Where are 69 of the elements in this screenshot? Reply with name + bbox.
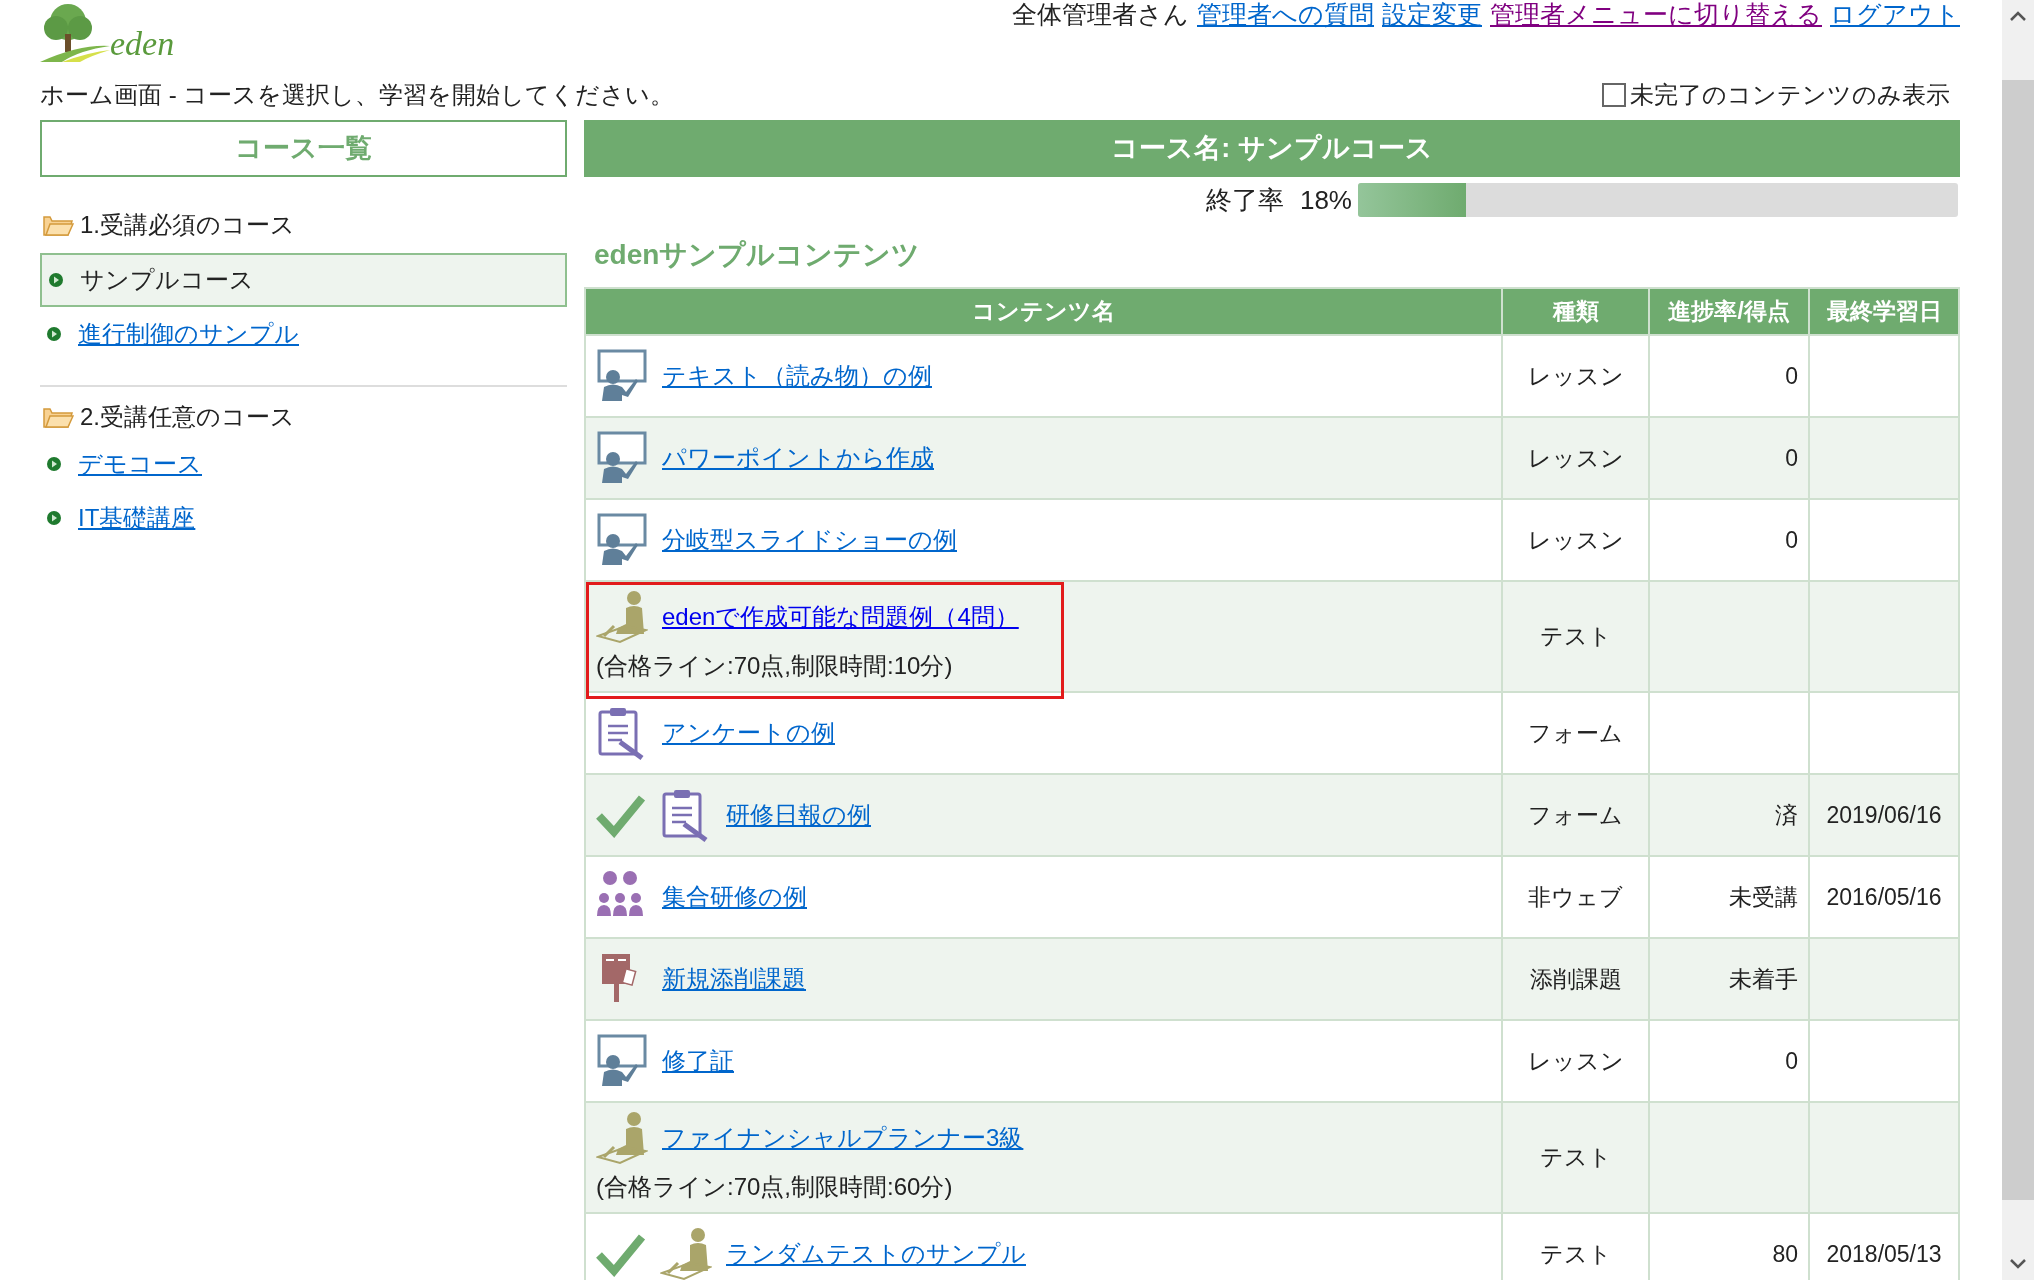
content-link[interactable]: パワーポイントから作成 <box>662 440 934 476</box>
last-study-date: 2018/05/13 <box>1826 1240 1942 1267</box>
selected-course[interactable]: サンプルコース <box>40 253 567 307</box>
content-type: レッスン <box>1527 1047 1624 1074</box>
teacher-icon <box>596 1034 648 1088</box>
content-type: テスト <box>1539 1144 1612 1171</box>
content-link[interactable]: ファイナンシャルプランナー3級 <box>662 1119 1024 1156</box>
progress-score: 0 <box>1785 362 1799 389</box>
pass-condition-text: (合格ライン:70点,制限時間:60分) <box>596 1171 954 1202</box>
bullet-icon <box>46 326 62 342</box>
progress-score: 0 <box>1785 526 1799 553</box>
teacher-icon <box>596 431 648 485</box>
content-type: 添削課題 <box>1529 965 1622 992</box>
content-link[interactable]: 分岐型スライドショーの例 <box>662 522 957 558</box>
content-type: フォーム <box>1528 801 1624 828</box>
content-link[interactable]: edenで作成可能な問題例（4問） <box>662 598 1019 635</box>
column-header: コンテンツ名 <box>585 288 1503 335</box>
progress-value: 18% <box>1299 183 1352 217</box>
filter-label: 未完了のコンテンツのみ表示 <box>1630 80 1950 110</box>
teacher-icon <box>596 513 648 567</box>
teacher-icon <box>596 349 648 403</box>
header-link[interactable]: 設定変更 <box>1382 0 1482 34</box>
course-link[interactable]: IT基礎講座 <box>78 500 196 536</box>
content-type: テスト <box>1539 623 1612 650</box>
progress-score: 未受講 <box>1729 883 1799 910</box>
progress-label: 終了率 <box>1205 183 1284 217</box>
content-link[interactable]: 新規添削課題 <box>662 961 806 997</box>
logo-text: eden <box>110 24 175 64</box>
sidebar-title: コース一覧 <box>40 120 567 177</box>
bullet-icon <box>48 272 64 288</box>
person-writing-icon <box>660 1227 712 1280</box>
progress-score: 未着手 <box>1729 965 1799 992</box>
content-link[interactable]: テキスト（読み物）の例 <box>662 358 932 394</box>
content-link[interactable]: 集合研修の例 <box>662 879 807 915</box>
header-link[interactable]: ログアウト <box>1830 0 1960 34</box>
scroll-down-icon[interactable] <box>2009 1258 2027 1270</box>
progress-score: 0 <box>1785 444 1799 471</box>
user-name: 全体管理者さん <box>1012 0 1189 30</box>
course-link[interactable]: 進行制御のサンプル <box>78 316 299 352</box>
last-study-date: 2016/05/16 <box>1826 883 1942 910</box>
instruction-text: ホーム画面 - コースを選択し、学習を開始してください。 <box>40 80 675 110</box>
last-study-date: 2019/06/16 <box>1826 801 1942 828</box>
course-link[interactable]: デモコース <box>78 446 202 482</box>
course-title: コース名: サンプルコース <box>584 120 1960 177</box>
header-link[interactable]: 管理者メニューに切り替える <box>1490 0 1822 34</box>
bullet-icon <box>46 510 62 526</box>
filter-checkbox[interactable] <box>1602 83 1626 107</box>
group-heading: 2.受講任意のコース <box>80 402 295 432</box>
content-link[interactable]: 修了証 <box>662 1043 734 1079</box>
progress-score: 0 <box>1785 1047 1799 1074</box>
progress-score: 80 <box>1772 1240 1799 1267</box>
content-link[interactable]: ランダムテストのサンプル <box>726 1236 1026 1272</box>
progress-score: 済 <box>1775 801 1799 828</box>
content-type: レッスン <box>1527 444 1624 471</box>
person-writing-icon <box>596 589 648 644</box>
content-type: レッスン <box>1527 526 1624 553</box>
scroll-up-icon[interactable] <box>2009 10 2027 22</box>
content-type: フォーム <box>1528 719 1624 746</box>
content-type: テスト <box>1539 1240 1612 1267</box>
section-heading: edenサンプルコンテンツ <box>593 238 922 272</box>
content-type: 非ウェブ <box>1528 883 1624 910</box>
group-heading: 1.受講必須のコース <box>80 210 295 240</box>
content-link[interactable]: 研修日報の例 <box>726 797 871 833</box>
bullet-icon <box>46 456 62 472</box>
person-writing-icon <box>596 1110 648 1165</box>
pass-condition-text: (合格ライン:70点,制限時間:10分) <box>596 650 954 681</box>
content-type: レッスン <box>1527 362 1624 389</box>
header-link[interactable]: 管理者への質問 <box>1197 0 1374 34</box>
content-link[interactable]: アンケートの例 <box>662 715 835 751</box>
